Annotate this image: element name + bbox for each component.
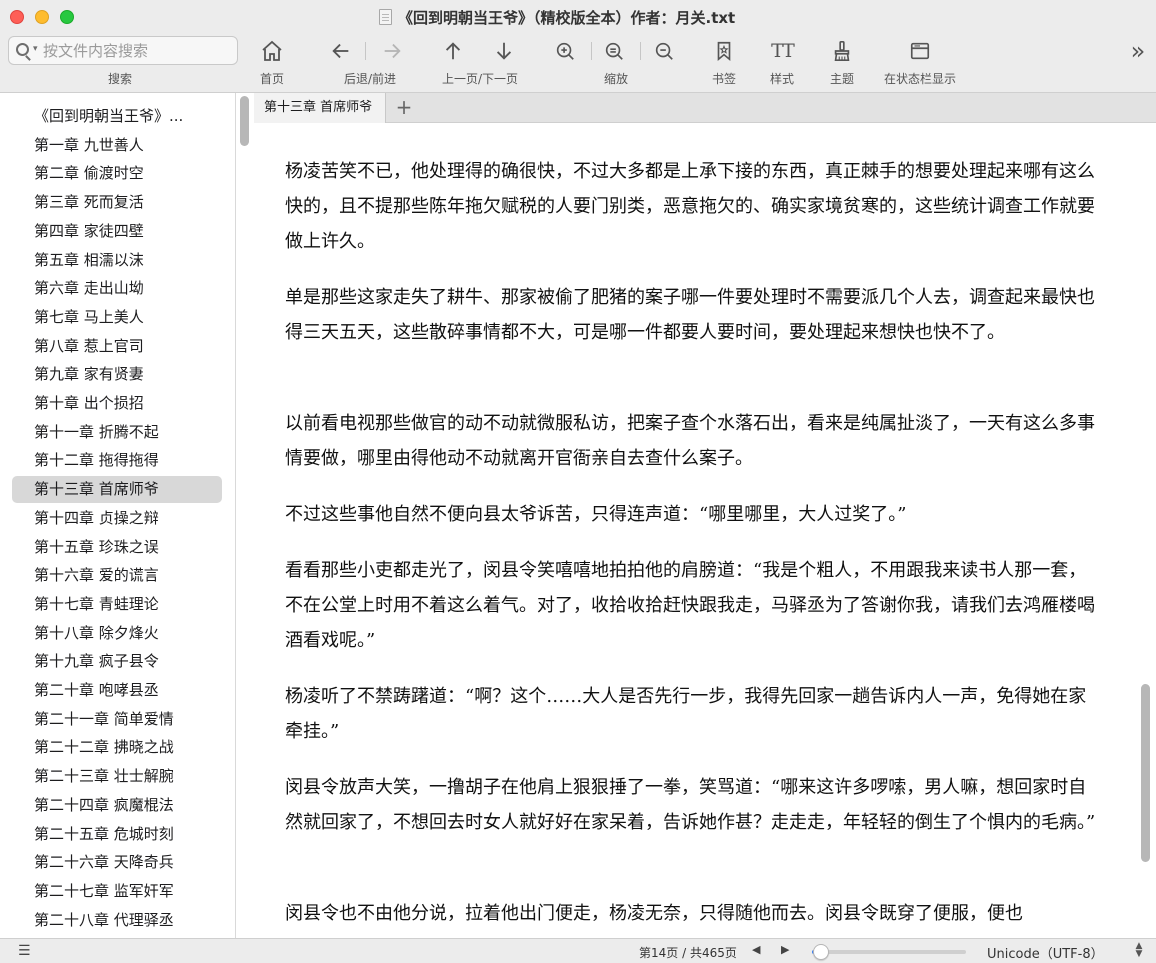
- sidebar-item[interactable]: 第十九章 疯子县令: [12, 648, 222, 675]
- sidebar-item[interactable]: 第六章 走出山坳: [12, 275, 222, 302]
- reading-content: 杨凌苦笑不已，他处理得的确很快，不过大多都是上承下接的东西，真正棘手的想要处理起…: [254, 124, 1138, 938]
- show-in-statusbar-label: 在状态栏显示: [883, 72, 956, 86]
- sidebar-item[interactable]: 第一章 九世善人: [12, 132, 222, 159]
- sidebar-item[interactable]: 第二十二章 拂晓之战: [12, 734, 222, 761]
- zoom-out-button[interactable]: [651, 36, 677, 90]
- zoom-out-icon: [651, 36, 677, 66]
- content-paragraph: 闵县令也不由他分说，拉着他出门便走，杨凌无奈，只得随他而去。闵县令既穿了便服，便…: [285, 903, 1023, 924]
- window-toolbar: 《回到明朝当王爷》（精校版全本）作者：月关.txt ▾ 搜索 首页 后退/前进: [0, 0, 1156, 93]
- sidebar-item[interactable]: 第十一章 折腾不起: [12, 419, 222, 446]
- content-paragraph: 闵县令放声大笑，一撸胡子在他肩上狠狠捶了一拳，笑骂道：“哪来这许多啰嗦，男人嘛，…: [285, 777, 1096, 833]
- sidebar-scrollbar[interactable]: [240, 96, 249, 146]
- status-bar: ☰ 第14页 / 共465页 ◀ ▶ Unicode（UTF-8） ▲ ▼: [0, 938, 1156, 963]
- sidebar-toggle-icon[interactable]: ☰: [18, 943, 36, 959]
- content-paragraph: 杨凌苦笑不已，他处理得的确很快，不过大多都是上承下接的东西，真正棘手的想要处理起…: [285, 161, 1095, 252]
- maximize-window-button[interactable]: [60, 10, 74, 24]
- search-label: 搜索: [108, 72, 133, 86]
- sidebar-item[interactable]: 第十七章 青蛙理论: [12, 591, 222, 618]
- sidebar-item[interactable]: 第二十三章 壮士解腕: [12, 763, 222, 790]
- sidebar-item[interactable]: 第五章 相濡以沫: [12, 247, 222, 274]
- back-forward-label: 后退/前进: [343, 72, 397, 86]
- encoding-selector[interactable]: Unicode（UTF-8）: [987, 943, 1104, 962]
- page-progress-slider[interactable]: [812, 944, 966, 960]
- search-icon: [16, 43, 29, 56]
- sidebar-item[interactable]: 第二十章 咆哮县丞: [12, 677, 222, 704]
- previous-page-arrow-icon[interactable]: ◀: [752, 943, 760, 956]
- sidebar-item[interactable]: 第十章 出个损招: [12, 390, 222, 417]
- sidebar-item[interactable]: 第十四章 贞操之辩: [12, 505, 222, 532]
- zoom-in-button[interactable]: [552, 36, 578, 90]
- content-paragraph: 以前看电视那些做官的动不动就微服私访，把案子查个水落石出，看来是纯属扯淡了，一天…: [285, 413, 1095, 469]
- arrow-up-icon: [438, 36, 468, 66]
- search-input[interactable]: [43, 40, 233, 62]
- content-paragraph: 杨凌听了不禁踌躇道：“啊？这个……大人是否先行一步，我得先回家一趟告诉内人一声，…: [285, 686, 1087, 742]
- home-label: 首页: [259, 72, 284, 86]
- minimize-window-button[interactable]: [35, 10, 49, 24]
- content-scrollbar[interactable]: [1141, 684, 1150, 862]
- style-label: 样式: [769, 72, 794, 86]
- brush-icon: [822, 36, 862, 66]
- zoom-label: 缩放: [603, 72, 628, 86]
- table-of-contents-sidebar: 《回到明朝当王爷》... 第一章 九世善人 第二章 偷渡时空 第三章 死而复活 第四章 …: [0, 93, 236, 938]
- document-icon: [379, 9, 392, 25]
- sidebar-item[interactable]: 第二十七章 监军奸军: [12, 878, 222, 905]
- chevron-down-icon: ▾: [33, 44, 38, 54]
- sidebar-item[interactable]: 第二十六章 天降奇兵: [12, 849, 222, 876]
- bookmark-button[interactable]: 书签: [704, 36, 744, 90]
- text-style-icon: TT: [771, 40, 795, 62]
- tab-current-chapter[interactable]: 第十三章 首席师爷: [254, 93, 386, 123]
- page-info: 第14页 / 共465页: [639, 946, 737, 960]
- sidebar-item[interactable]: 《回到明朝当王爷》...: [12, 103, 222, 130]
- search-box[interactable]: ▾: [8, 36, 238, 65]
- sidebar-item[interactable]: 第七章 马上美人: [12, 304, 222, 331]
- prev-next-page-label: 上一页/下一页: [441, 72, 519, 86]
- add-tab-icon[interactable]: +: [392, 96, 416, 120]
- chevron-double-right-icon: »: [1130, 37, 1146, 65]
- tab-bar: 第十三章 首席师爷 +: [254, 93, 1156, 123]
- sidebar-item[interactable]: 第十三章 首席师爷: [12, 476, 222, 504]
- bookmark-icon: [704, 36, 744, 66]
- sidebar-item[interactable]: 第九章 家有贤妻: [12, 361, 222, 388]
- home-icon: [252, 36, 292, 66]
- toolbar-separator: [591, 42, 592, 60]
- sidebar-item[interactable]: 第三章 死而复活: [12, 189, 222, 216]
- theme-label: 主题: [829, 72, 854, 86]
- sidebar-item[interactable]: 第二十一章 简单爱情: [12, 706, 222, 733]
- zoom-reset-icon: [601, 36, 627, 66]
- content-paragraph: 不过这些事他自然不便向县太爷诉苦，只得连声道：“哪里哪里，大人过奖了。”: [285, 504, 907, 525]
- chevron-updown-icon[interactable]: ▲ ▼: [1135, 942, 1143, 959]
- zoom-in-icon: [552, 36, 578, 66]
- show-in-statusbar-button[interactable]: 在状态栏显示: [877, 36, 963, 90]
- page-progress-knob[interactable]: [812, 944, 829, 960]
- sidebar-item[interactable]: 第八章 惹上官司: [12, 333, 222, 360]
- toolbar-overflow-button[interactable]: »: [1126, 36, 1150, 90]
- arrow-right-icon: [377, 36, 407, 66]
- content-paragraph: 单是那些这家走失了耕牛、那家被偷了肥猪的案子哪一件要处理时不需要派几个人去，调查…: [285, 287, 1095, 343]
- content-paragraph: 看看那些小吏都走光了，闵县令笑嘻嘻地拍拍他的肩膀道：“我是个粗人，不用跟我来读书…: [285, 560, 1095, 651]
- theme-button[interactable]: 主题: [822, 36, 862, 90]
- window-icon: [877, 36, 963, 66]
- next-page-arrow-icon[interactable]: ▶: [781, 943, 789, 956]
- home-button[interactable]: 首页: [252, 36, 292, 90]
- style-button[interactable]: TT 样式: [762, 36, 802, 90]
- bookmark-label: 书签: [711, 72, 736, 86]
- toolbar-separator: [365, 42, 366, 60]
- arrow-down-icon: [489, 36, 519, 66]
- sidebar-item[interactable]: 第二章 偷渡时空: [12, 160, 222, 187]
- sidebar-item[interactable]: 第二十五章 危城时刻: [12, 821, 222, 848]
- sidebar-item[interactable]: 第十八章 除夕烽火: [12, 620, 222, 647]
- sidebar-item[interactable]: 第十二章 拖得拖得: [12, 447, 222, 474]
- sidebar-item[interactable]: 第二十八章 代理驿丞: [12, 907, 222, 934]
- toolbar-separator: [640, 42, 641, 60]
- sidebar-item[interactable]: 第四章 家徒四壁: [12, 218, 222, 245]
- window-title: 《回到明朝当王爷》（精校版全本）作者：月关.txt: [398, 9, 736, 27]
- arrow-left-icon: [326, 36, 356, 66]
- sidebar-item[interactable]: 第二十四章 疯魔棍法: [12, 792, 222, 819]
- sidebar-item[interactable]: 第十五章 珍珠之误: [12, 534, 222, 561]
- close-window-button[interactable]: [10, 10, 24, 24]
- sidebar-item[interactable]: 第十六章 爱的谎言: [12, 562, 222, 589]
